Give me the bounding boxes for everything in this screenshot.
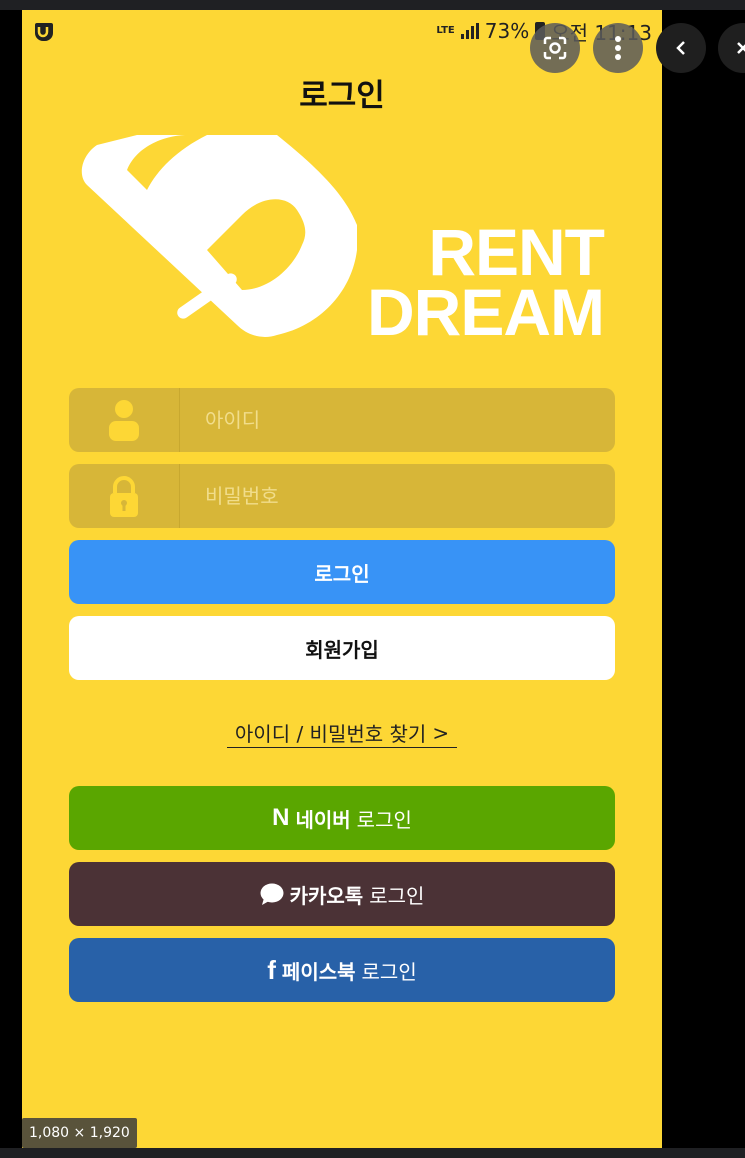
naver-brand-label: 네이버 xyxy=(295,807,351,832)
facebook-brand-label: 페이스북 xyxy=(281,959,356,984)
kakao-login-button[interactable]: 카카오톡 로그인 xyxy=(69,862,615,926)
lens-icon xyxy=(543,36,567,60)
facebook-icon: f xyxy=(267,954,276,985)
close-button[interactable] xyxy=(718,23,745,73)
find-account-link[interactable]: 아이디 / 비밀번호 찾기 > xyxy=(227,718,457,748)
viewer-top-bar xyxy=(0,0,745,10)
logo-line-dream: DREAM xyxy=(367,275,605,349)
naver-login-label: 로그인 xyxy=(356,807,412,832)
login-button[interactable]: 로그인 xyxy=(69,540,615,604)
lens-search-button[interactable] xyxy=(530,23,580,73)
facebook-login-button[interactable]: f 페이스북 로그인 xyxy=(69,938,615,1002)
signup-button[interactable]: 회원가입 xyxy=(69,616,615,680)
more-options-button[interactable] xyxy=(593,23,643,73)
previous-button[interactable] xyxy=(656,23,706,73)
naver-icon: N xyxy=(272,804,290,831)
id-field xyxy=(69,388,615,452)
kakao-brand-label: 카카오톡 xyxy=(289,883,364,908)
viewer-bottom-bar xyxy=(0,1148,745,1158)
naver-login-button[interactable]: N 네이버 로그인 xyxy=(69,786,615,850)
id-input[interactable] xyxy=(180,388,615,452)
image-dimensions-badge: 1,080 × 1,920 xyxy=(22,1118,137,1148)
battery-percent: 73% xyxy=(484,19,530,43)
phone-screen: LTE 73% 오전 11:13 로그인 RENT DREAM xyxy=(22,10,662,1148)
chevron-left-icon xyxy=(676,41,685,55)
user-icon xyxy=(69,388,180,452)
logo-line-rent: RENT xyxy=(428,215,605,289)
chevron-right-icon: > xyxy=(432,720,450,745)
app-notification-icon xyxy=(35,23,53,41)
password-input[interactable] xyxy=(180,464,615,528)
speech-bubble-icon xyxy=(260,883,284,905)
password-field xyxy=(69,464,615,528)
more-vertical-icon xyxy=(615,36,621,60)
lock-icon xyxy=(69,464,180,528)
find-account-label: 아이디 / 비밀번호 찾기 xyxy=(234,722,427,746)
facebook-login-label: 로그인 xyxy=(361,959,417,984)
signal-icon xyxy=(460,23,479,39)
network-type: LTE xyxy=(436,25,455,36)
logo-wordmark: RENT DREAM xyxy=(367,215,605,349)
page-title: 로그인 xyxy=(299,78,385,114)
kakao-login-label: 로그인 xyxy=(369,883,425,908)
close-icon xyxy=(737,42,745,54)
